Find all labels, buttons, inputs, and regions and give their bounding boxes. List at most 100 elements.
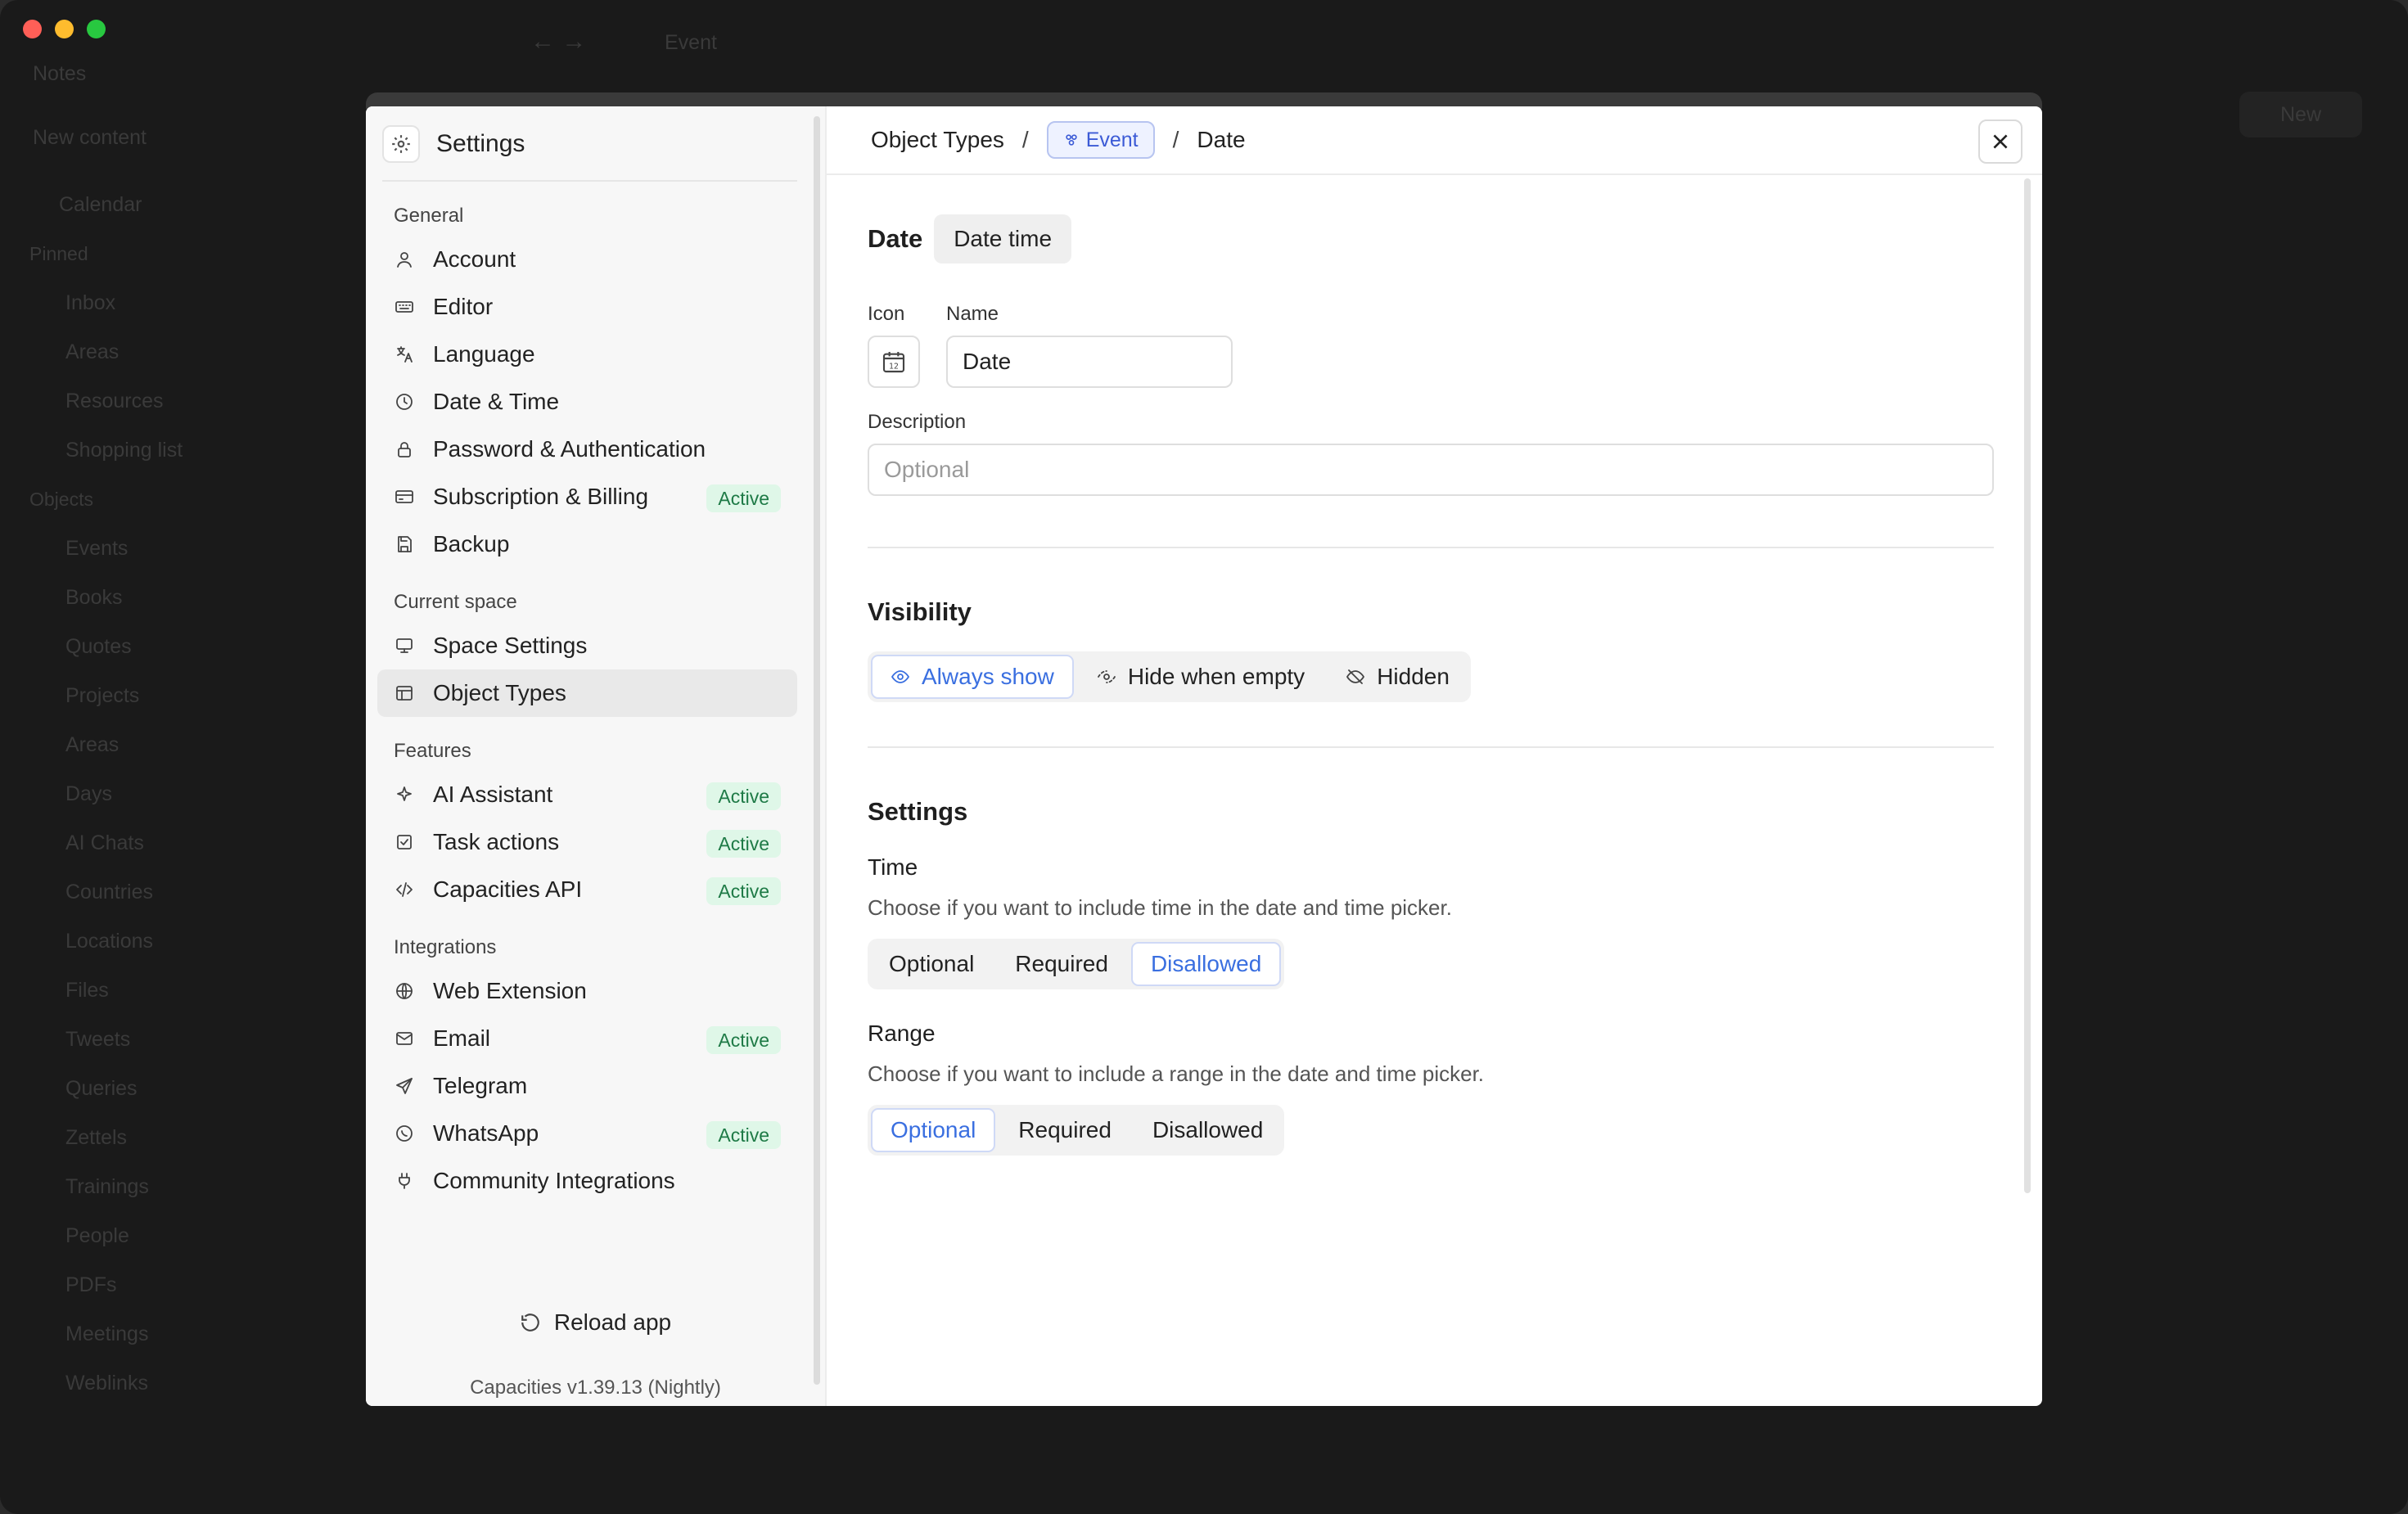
new-button[interactable]: New — [2239, 92, 2362, 137]
settings-nav-label: Password & Authentication — [433, 436, 706, 462]
status-badge: Active — [706, 1026, 781, 1054]
range-option-optional[interactable]: Optional — [871, 1108, 996, 1152]
background-sidebar-item[interactable]: Countries — [29, 867, 357, 917]
range-selector: Optional Required Disallowed — [868, 1105, 1285, 1156]
settings-title: Settings — [436, 130, 525, 157]
window-controls — [23, 20, 106, 38]
breadcrumb-event-chip[interactable]: Event — [1046, 121, 1155, 159]
background-sidebar-item[interactable]: Resources — [29, 376, 357, 426]
reload-icon — [521, 1313, 539, 1332]
detail-scrollbar[interactable] — [2024, 178, 2031, 1193]
zoom-window-button[interactable] — [87, 20, 106, 38]
background-sidebar-item[interactable]: Pinned — [29, 229, 357, 278]
eye-dashed-icon — [1097, 667, 1116, 687]
settings-nav-subscription-billing[interactable]: Subscription & Billing Active — [377, 473, 797, 520]
icon-picker-button[interactable]: 12 — [868, 336, 920, 388]
background-sidebar-item[interactable]: Queries — [29, 1064, 357, 1113]
time-option-optional[interactable]: Optional — [871, 942, 992, 986]
background-sidebar-item[interactable]: Events — [29, 524, 357, 573]
settings-nav-password-authentication[interactable]: Password & Authentication — [377, 426, 797, 473]
field-labels: Icon Name — [868, 303, 1994, 326]
settings-nav-whatsapp[interactable]: WhatsApp Active — [377, 1110, 797, 1157]
settings-nav-email[interactable]: Email Active — [377, 1015, 797, 1062]
background-sidebar-item[interactable]: AI Chats — [29, 818, 357, 867]
new-content-button[interactable]: New content — [33, 126, 147, 150]
settings-nav-capacities-api[interactable]: Capacities API Active — [377, 866, 797, 913]
settings-section-label: Features — [394, 740, 471, 762]
settings-nav-web-extension[interactable]: Web Extension — [377, 967, 797, 1015]
sidebar-scrollbar[interactable] — [814, 116, 820, 1385]
status-badge: Active — [706, 830, 781, 858]
background-sidebar-item[interactable]: Files — [29, 966, 357, 1015]
settings-modal: Settings General Account Editor Language Dat… — [366, 106, 2042, 1406]
breadcrumb-object-types[interactable]: Object Types — [871, 127, 1004, 153]
background-sidebar-item[interactable]: Zettels — [29, 1113, 357, 1162]
visibility-option-hidden[interactable]: Hidden — [1328, 655, 1468, 699]
settings-nav-language[interactable]: Language — [377, 331, 797, 378]
settings-nav-ai-assistant[interactable]: AI Assistant Active — [377, 771, 797, 818]
visibility-option-always-show[interactable]: Always show — [871, 655, 1074, 699]
settings-nav-object-types[interactable]: Object Types — [377, 669, 797, 717]
background-sidebar-item[interactable]: Shopping list — [29, 426, 357, 475]
space-name[interactable]: Notes — [33, 62, 86, 86]
send-icon — [394, 1075, 415, 1097]
background-sidebar-item[interactable]: Inbox — [29, 278, 357, 327]
settings-nav-label: WhatsApp — [433, 1120, 539, 1146]
minimize-window-button[interactable] — [55, 20, 74, 38]
background-sidebar-item[interactable]: Areas — [29, 327, 357, 376]
visibility-option-label: Hidden — [1377, 664, 1450, 689]
background-sidebar-item[interactable]: People — [29, 1211, 357, 1260]
eye-icon — [891, 667, 910, 687]
settings-nav-editor[interactable]: Editor — [377, 283, 797, 331]
background-sidebar-item[interactable]: Trainings — [29, 1162, 357, 1211]
clock-icon — [394, 391, 415, 412]
background-sidebar-item[interactable]: PDFs — [29, 1260, 357, 1309]
background-sidebar-item[interactable]: Locations — [29, 917, 357, 966]
eye-off-icon — [1346, 667, 1365, 687]
settings-nav-telegram[interactable]: Telegram — [377, 1062, 797, 1110]
range-option-required[interactable]: Required — [1000, 1108, 1130, 1152]
property-form: Date Date time Icon Name 12 Description … — [827, 175, 2035, 1156]
background-sidebar-item[interactable]: Weblinks — [29, 1359, 357, 1408]
settings-sidebar: Settings General Account Editor Language Dat… — [366, 106, 827, 1406]
breadcrumb-current: Date — [1197, 127, 1246, 152]
range-option-disallowed[interactable]: Disallowed — [1134, 1108, 1281, 1152]
background-sidebar-item[interactable]: Meetings — [29, 1309, 357, 1359]
icon-name-row: 12 — [868, 336, 1994, 388]
settings-nav-task-actions[interactable]: Task actions Active — [377, 818, 797, 866]
status-badge: Active — [706, 877, 781, 905]
status-badge: Active — [706, 782, 781, 810]
mail-icon — [394, 1028, 415, 1049]
settings-nav-account[interactable]: Account — [377, 236, 797, 283]
settings-nav-community-integrations[interactable]: Community Integrations — [377, 1157, 797, 1205]
globe-icon — [394, 980, 415, 1002]
description-input[interactable] — [868, 444, 1994, 496]
divider — [868, 746, 1994, 748]
time-option-required[interactable]: Required — [997, 942, 1126, 986]
time-option-disallowed[interactable]: Disallowed — [1130, 942, 1282, 986]
reload-label: Reload app — [553, 1309, 672, 1335]
background-sidebar-item[interactable]: Projects — [29, 671, 357, 720]
settings-nav-date-time[interactable]: Date & Time — [377, 378, 797, 426]
status-badge: Active — [706, 484, 781, 512]
close-window-button[interactable] — [23, 20, 42, 38]
background-sidebar-item[interactable]: Books — [29, 573, 357, 622]
visibility-option-hide-when-empty[interactable]: Hide when empty — [1079, 655, 1323, 699]
reload-app-button[interactable]: Reload app — [366, 1309, 825, 1336]
name-input[interactable] — [946, 336, 1233, 388]
background-sidebar-item[interactable]: Quotes — [29, 622, 357, 671]
background-sidebar-item[interactable]: Tweets — [29, 1015, 357, 1064]
background-sidebar-item[interactable]: Objects — [29, 475, 357, 524]
background-sidebar-item[interactable]: Calendar — [29, 180, 357, 229]
property-header: Date Date time — [868, 214, 1994, 264]
settings-nav-label: Community Integrations — [433, 1168, 675, 1193]
settings-nav-backup[interactable]: Backup — [377, 520, 797, 568]
background-sidebar-item[interactable]: Days — [29, 769, 357, 818]
visibility-option-label: Hide when empty — [1127, 664, 1305, 689]
background-sidebar-item[interactable]: Areas — [29, 720, 357, 769]
settings-nav-space-settings[interactable]: Space Settings — [377, 622, 797, 669]
close-modal-button[interactable] — [1978, 119, 2022, 164]
nav-arrows-icon[interactable]: ← → — [530, 28, 586, 56]
save-icon — [394, 534, 415, 555]
settings-nav-label: Object Types — [433, 680, 566, 705]
